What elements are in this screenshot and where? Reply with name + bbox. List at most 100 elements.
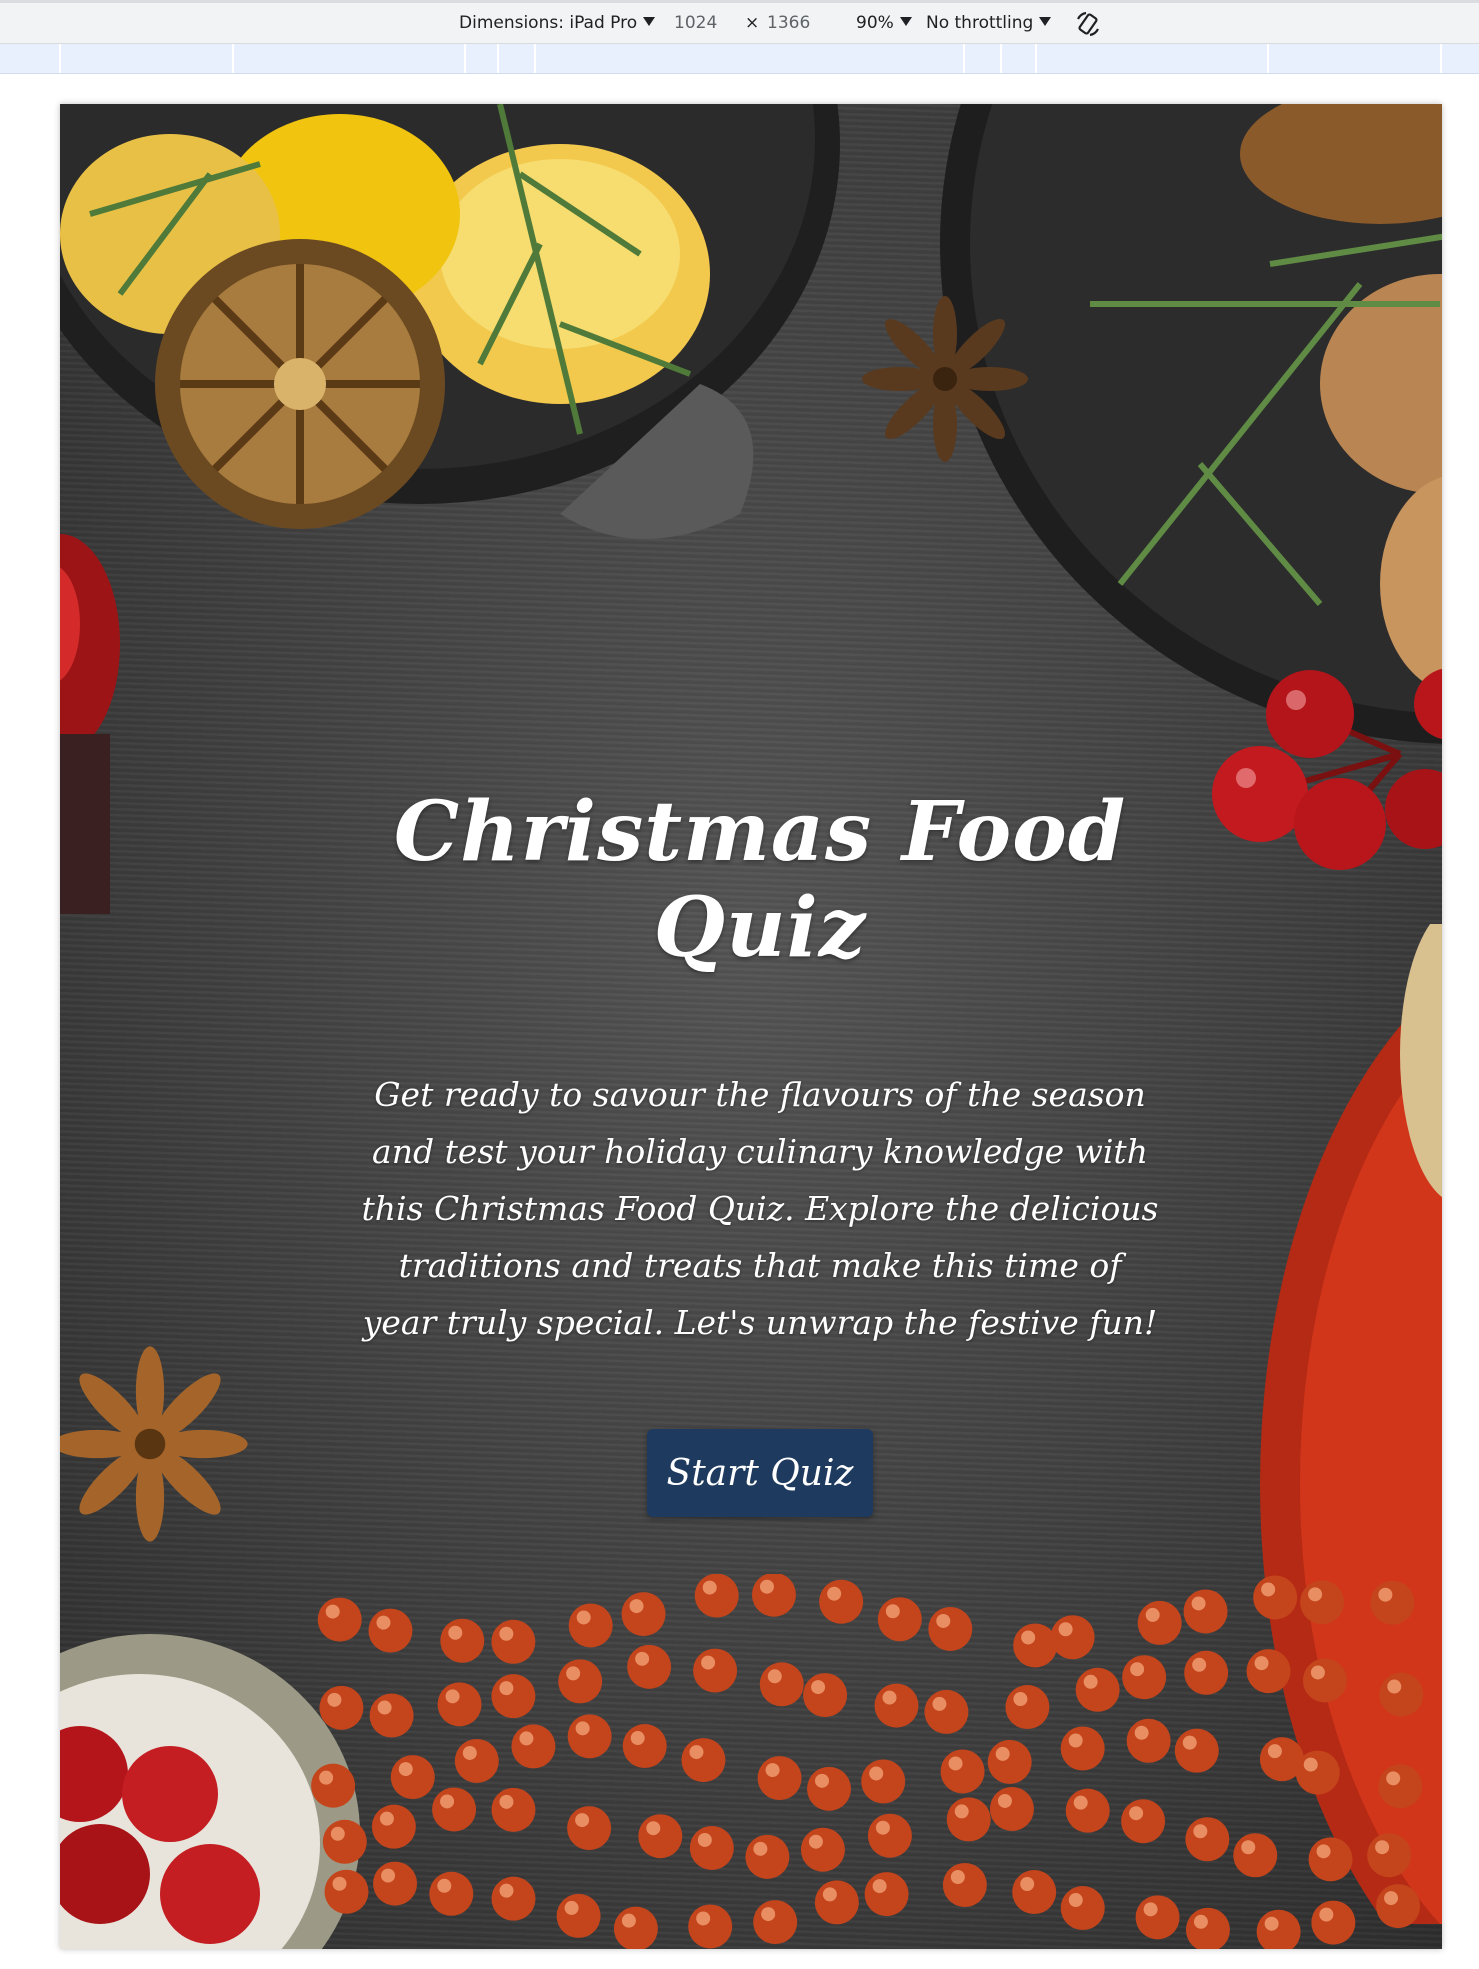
- start-quiz-button[interactable]: Start Quiz: [647, 1429, 873, 1517]
- ruler-tick: [1267, 44, 1269, 73]
- bead: [1185, 1817, 1230, 1862]
- bead-highlight: [629, 1599, 644, 1614]
- bead-highlight: [327, 1692, 342, 1707]
- bead: [311, 1763, 356, 1808]
- media-query-ruler: [0, 44, 1479, 74]
- bead: [757, 1756, 802, 1801]
- bead: [861, 1759, 906, 1804]
- bead-highlight: [1386, 1771, 1401, 1786]
- bead: [613, 1906, 658, 1949]
- bead: [1060, 1886, 1105, 1931]
- ruler-tick: [1000, 44, 1002, 73]
- bead: [940, 1749, 985, 1794]
- bead: [1075, 1667, 1120, 1712]
- bead: [1253, 1575, 1298, 1620]
- chevron-down-icon: [643, 17, 656, 26]
- bead-highlight: [765, 1763, 780, 1778]
- bead-highlight: [379, 1811, 394, 1826]
- chevron-down-icon: [1039, 17, 1052, 26]
- bead: [1135, 1895, 1180, 1940]
- bead: [1295, 1750, 1340, 1795]
- hero-content: Christmas Food Quiz Get ready to savour …: [360, 784, 1160, 1517]
- bead: [556, 1893, 601, 1938]
- bead: [1012, 1870, 1057, 1915]
- bead-highlight: [1384, 1891, 1399, 1906]
- bead-highlight: [767, 1669, 782, 1684]
- bead-highlight: [575, 1721, 590, 1736]
- height-input[interactable]: 1366: [767, 13, 810, 33]
- bead: [567, 1806, 612, 1851]
- bead-highlight: [1193, 1824, 1208, 1839]
- ruler-tick: [59, 44, 61, 73]
- bead-highlight: [1058, 1622, 1073, 1637]
- bead-highlight: [811, 1680, 826, 1695]
- bead-highlight: [499, 1794, 514, 1809]
- bead-highlight: [936, 1613, 951, 1628]
- bead-highlight: [696, 1911, 711, 1926]
- bead: [324, 1869, 369, 1914]
- chevron-down-icon: [899, 17, 912, 26]
- bead-highlight: [1129, 1806, 1144, 1821]
- bead-highlight: [1020, 1877, 1035, 1892]
- dimensions-dropdown[interactable]: Dimensions: iPad Pro: [459, 13, 656, 33]
- bead-highlight: [1182, 1735, 1197, 1750]
- bead-highlight: [1145, 1607, 1160, 1622]
- bead: [745, 1834, 790, 1879]
- bead: [759, 1662, 804, 1707]
- bead: [864, 1872, 909, 1917]
- bead: [1302, 1658, 1347, 1703]
- bead: [1256, 1909, 1301, 1949]
- bead-highlight: [1193, 1914, 1208, 1929]
- bead: [1013, 1623, 1058, 1668]
- ruler-tick: [1440, 44, 1442, 73]
- bead: [491, 1876, 536, 1921]
- bead-highlight: [689, 1745, 704, 1760]
- bead: [874, 1683, 919, 1728]
- bead: [437, 1682, 482, 1727]
- bead-highlight: [882, 1690, 897, 1705]
- bead-highlight: [1303, 1757, 1318, 1772]
- bead-highlight: [398, 1762, 413, 1777]
- bead: [491, 1619, 536, 1664]
- bead-highlight: [701, 1655, 716, 1670]
- throttling-label: No throttling: [926, 13, 1034, 33]
- bead: [627, 1644, 672, 1689]
- bead-highlight: [875, 1820, 890, 1835]
- bead-highlight: [759, 1579, 774, 1594]
- bead: [1308, 1837, 1353, 1882]
- bead: [1184, 1650, 1229, 1695]
- bead-highlight: [885, 1604, 900, 1619]
- bead-highlight: [1316, 1844, 1331, 1859]
- bead-highlight: [1073, 1795, 1088, 1810]
- bead-highlight: [646, 1821, 661, 1836]
- bead: [373, 1861, 418, 1906]
- star-anise-image: [60, 1346, 248, 1542]
- bead: [568, 1603, 613, 1648]
- bead-garland-image: [311, 1574, 1424, 1949]
- bead-highlight: [1264, 1916, 1279, 1931]
- bead: [1246, 1649, 1291, 1694]
- bead-highlight: [995, 1746, 1010, 1761]
- bead: [1378, 1764, 1423, 1809]
- bead-highlight: [1068, 1733, 1083, 1748]
- bead-highlight: [1143, 1902, 1158, 1917]
- rotate-icon[interactable]: [1074, 10, 1102, 38]
- bead-highlight: [330, 1826, 345, 1841]
- throttling-dropdown[interactable]: No throttling: [926, 13, 1052, 33]
- width-input[interactable]: 1024: [674, 13, 717, 33]
- bead-highlight: [499, 1681, 514, 1696]
- bead: [1367, 1833, 1412, 1878]
- bead: [1060, 1726, 1105, 1771]
- ruler-tick: [464, 44, 466, 73]
- bead-highlight: [575, 1813, 590, 1828]
- bead-highlight: [437, 1878, 452, 1893]
- zoom-dropdown[interactable]: 90%: [856, 13, 912, 33]
- bead: [1311, 1900, 1356, 1945]
- bead: [753, 1900, 798, 1945]
- bead-highlight: [808, 1834, 823, 1849]
- bead-highlight: [1083, 1674, 1098, 1689]
- bead-highlight: [932, 1696, 947, 1711]
- bead: [558, 1659, 603, 1704]
- bead-highlight: [697, 1832, 712, 1847]
- bead: [694, 1574, 739, 1618]
